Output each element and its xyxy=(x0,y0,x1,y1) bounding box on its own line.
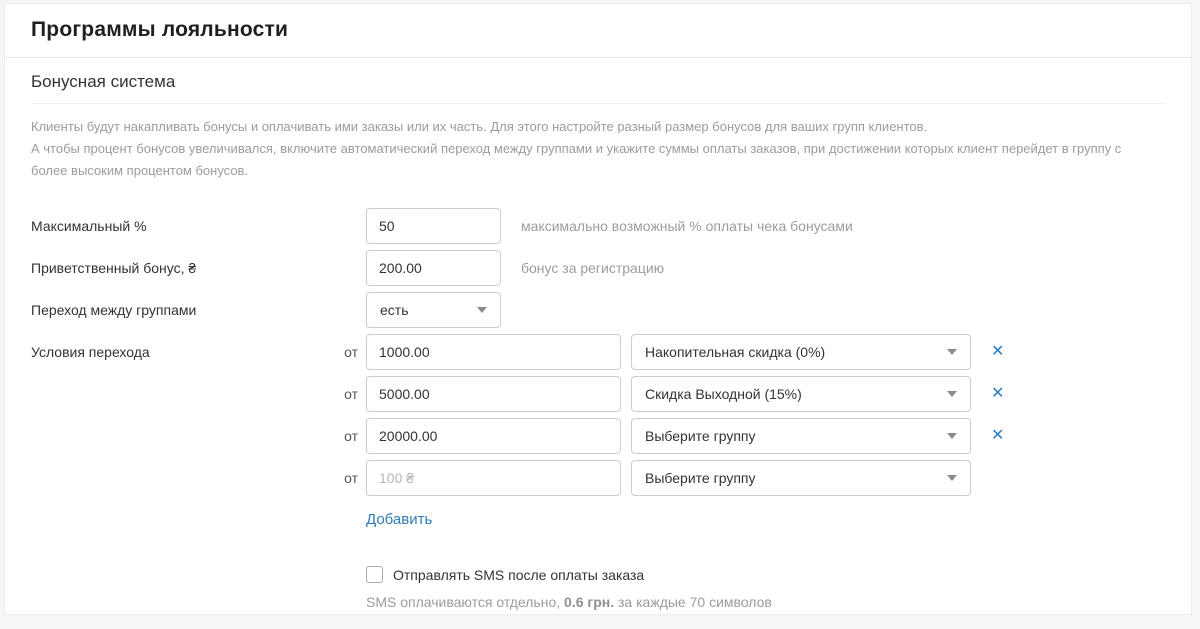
max-percent-hint: максимально возможный % оплаты чека бону… xyxy=(521,218,853,234)
from-label: от xyxy=(344,428,358,444)
condition-group-value: Накопительная скидка (0%) xyxy=(645,344,825,360)
bonus-settings-form: Максимальный % максимально возможный % о… xyxy=(31,208,1165,610)
description-line-2: А чтобы процент бонусов увеличивался, вк… xyxy=(31,138,1159,182)
condition-row: от Выберите группу xyxy=(31,460,1165,496)
condition-amount-input[interactable] xyxy=(366,376,621,412)
condition-row: от Скидка Выходной (15%) ✕ xyxy=(31,376,1165,412)
remove-condition-button[interactable]: ✕ xyxy=(991,428,1004,444)
section-description: Клиенты будут накапливать бонусы и оплач… xyxy=(31,116,1165,182)
condition-amount-input[interactable] xyxy=(366,334,621,370)
group-transition-label: Переход между группами xyxy=(31,302,196,318)
condition-group-select[interactable]: Скидка Выходной (15%) xyxy=(631,376,971,412)
group-transition-value: есть xyxy=(380,302,409,318)
section-title: Бонусная система xyxy=(31,72,1165,104)
condition-amount-input[interactable] xyxy=(366,460,621,496)
condition-group-value: Скидка Выходной (15%) xyxy=(645,386,802,402)
max-percent-input[interactable] xyxy=(366,208,501,244)
condition-group-value: Выберите группу xyxy=(645,428,755,444)
chevron-down-icon xyxy=(947,433,957,439)
condition-row: от Выберите группу ✕ xyxy=(31,418,1165,454)
welcome-bonus-hint: бонус за регистрацию xyxy=(521,260,664,276)
group-transition-select[interactable]: есть xyxy=(366,292,501,328)
max-percent-row: Максимальный % максимально возможный % о… xyxy=(31,208,1165,244)
condition-group-select[interactable]: Выберите группу xyxy=(631,460,971,496)
remove-condition-button[interactable]: ✕ xyxy=(991,386,1004,402)
bonus-system-section: Бонусная система Клиенты будут накаплива… xyxy=(5,58,1191,610)
sms-cost-hint: SMS оплачиваются отдельно, 0.6 грн. за к… xyxy=(366,594,1165,610)
sms-checkbox-row: Отправлять SMS после оплаты заказа xyxy=(366,566,1165,583)
from-label: от xyxy=(344,386,358,402)
max-percent-label: Максимальный % xyxy=(31,218,147,234)
page-title: Программы лояльности xyxy=(31,18,1165,42)
condition-group-value: Выберите группу xyxy=(645,470,755,486)
description-line-1: Клиенты будут накапливать бонусы и оплач… xyxy=(31,116,1159,138)
chevron-down-icon xyxy=(477,307,487,313)
page-header: Программы лояльности xyxy=(5,4,1191,58)
loyalty-settings-panel: Программы лояльности Бонусная система Кл… xyxy=(4,3,1192,615)
remove-condition-button[interactable]: ✕ xyxy=(991,344,1004,360)
close-icon: ✕ xyxy=(991,385,1004,402)
welcome-bonus-input[interactable] xyxy=(366,250,501,286)
sms-checkbox[interactable] xyxy=(366,566,383,583)
close-icon: ✕ xyxy=(991,427,1004,444)
chevron-down-icon xyxy=(947,475,957,481)
conditions-label: Условия перехода xyxy=(31,344,150,360)
from-label: от xyxy=(344,344,358,360)
group-transition-row: Переход между группами есть xyxy=(31,292,1165,328)
chevron-down-icon xyxy=(947,391,957,397)
close-icon: ✕ xyxy=(991,343,1004,360)
sms-checkbox-label[interactable]: Отправлять SMS после оплаты заказа xyxy=(393,567,644,583)
sms-price: 0.6 грн. xyxy=(564,594,614,610)
condition-row: Условия перехода от Накопительная скидка… xyxy=(31,334,1165,370)
condition-group-select[interactable]: Выберите группу xyxy=(631,418,971,454)
welcome-bonus-row: Приветственный бонус, ₴ бонус за регистр… xyxy=(31,250,1165,286)
from-label: от xyxy=(344,470,358,486)
condition-group-select[interactable]: Накопительная скидка (0%) xyxy=(631,334,971,370)
chevron-down-icon xyxy=(947,349,957,355)
condition-amount-input[interactable] xyxy=(366,418,621,454)
add-condition-link[interactable]: Добавить xyxy=(366,511,432,528)
welcome-bonus-label: Приветственный бонус, ₴ xyxy=(31,260,196,276)
